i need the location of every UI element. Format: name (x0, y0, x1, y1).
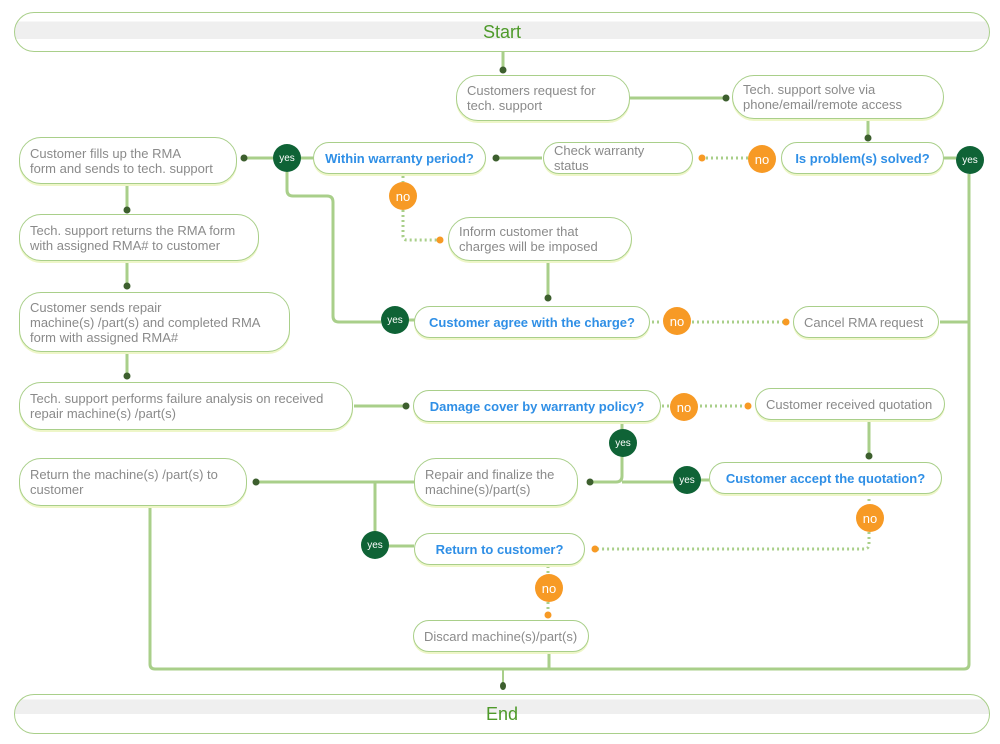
step-discard: Discard machine(s)/part(s) (413, 620, 589, 652)
no-badge: no (389, 182, 417, 210)
yes-badge: yes (273, 144, 301, 172)
yes-badge: yes (361, 531, 389, 559)
step-fill-rma: Customer fills up the RMA form and sends… (19, 137, 237, 184)
dot (123, 282, 131, 290)
no-badge: no (670, 393, 698, 421)
no-badge: no (748, 145, 776, 173)
dot (123, 372, 131, 380)
dot (864, 134, 872, 142)
connector-warranty-yes-agree (285, 172, 381, 324)
yes-badge: yes (673, 466, 701, 494)
dot (591, 545, 599, 553)
question-accept: Customer accept the quotation? (709, 462, 942, 494)
step-cancel: Cancel RMA request (793, 306, 939, 338)
dot (499, 66, 507, 74)
end-terminal: End (14, 694, 990, 734)
dot (865, 452, 873, 460)
start-terminal: Start (14, 12, 990, 52)
question-return: Return to customer? (414, 533, 585, 565)
yes-badge: yes (381, 306, 409, 334)
dot (722, 94, 730, 102)
dot (744, 402, 752, 410)
dot (586, 478, 594, 486)
dot (123, 206, 131, 214)
dot (544, 294, 552, 302)
step-solve: Tech. support solve via phone/email/remo… (732, 75, 944, 119)
step-send-repair: Customer sends repair machine(s) /part(s… (19, 292, 290, 352)
connector-damage-yes-repair (592, 456, 624, 484)
dot (436, 236, 444, 244)
no-badge: no (856, 504, 884, 532)
step-inform: Inform customer that charges will be imp… (448, 217, 632, 261)
dot (698, 154, 706, 162)
dot (492, 154, 500, 162)
end-label: End (485, 703, 519, 724)
question-warranty: Within warranty period? (313, 142, 486, 174)
step-check-warranty: Check warranty status (543, 142, 693, 174)
connector-accept-no-returnq (596, 532, 871, 551)
question-damage: Damage cover by warranty policy? (413, 390, 661, 422)
dot (240, 154, 248, 162)
no-badge: no (535, 574, 563, 602)
dot (544, 611, 552, 619)
step-repair: Repair and finalize the machine(s)/part(… (414, 458, 578, 506)
dot (782, 318, 790, 326)
yes-badge: yes (956, 146, 984, 174)
step-return-form: Tech. support returns the RMA form with … (19, 214, 259, 261)
step-return-machine: Return the machine(s) /part(s) to custom… (19, 458, 247, 506)
dot (402, 402, 410, 410)
no-badge: no (663, 307, 691, 335)
connector-warranty-no-inform (401, 210, 438, 242)
question-solved: Is problem(s) solved? (781, 142, 944, 174)
start-label: Start (482, 21, 521, 42)
step-quotation: Customer received quotation (755, 388, 945, 420)
step-analysis: Tech. support performs failure analysis … (19, 382, 353, 430)
dot (252, 478, 260, 486)
yes-badge: yes (609, 429, 637, 457)
question-agree: Customer agree with the charge? (414, 306, 650, 338)
dot (500, 682, 506, 690)
step-request: Customers request for tech. support (456, 75, 630, 121)
